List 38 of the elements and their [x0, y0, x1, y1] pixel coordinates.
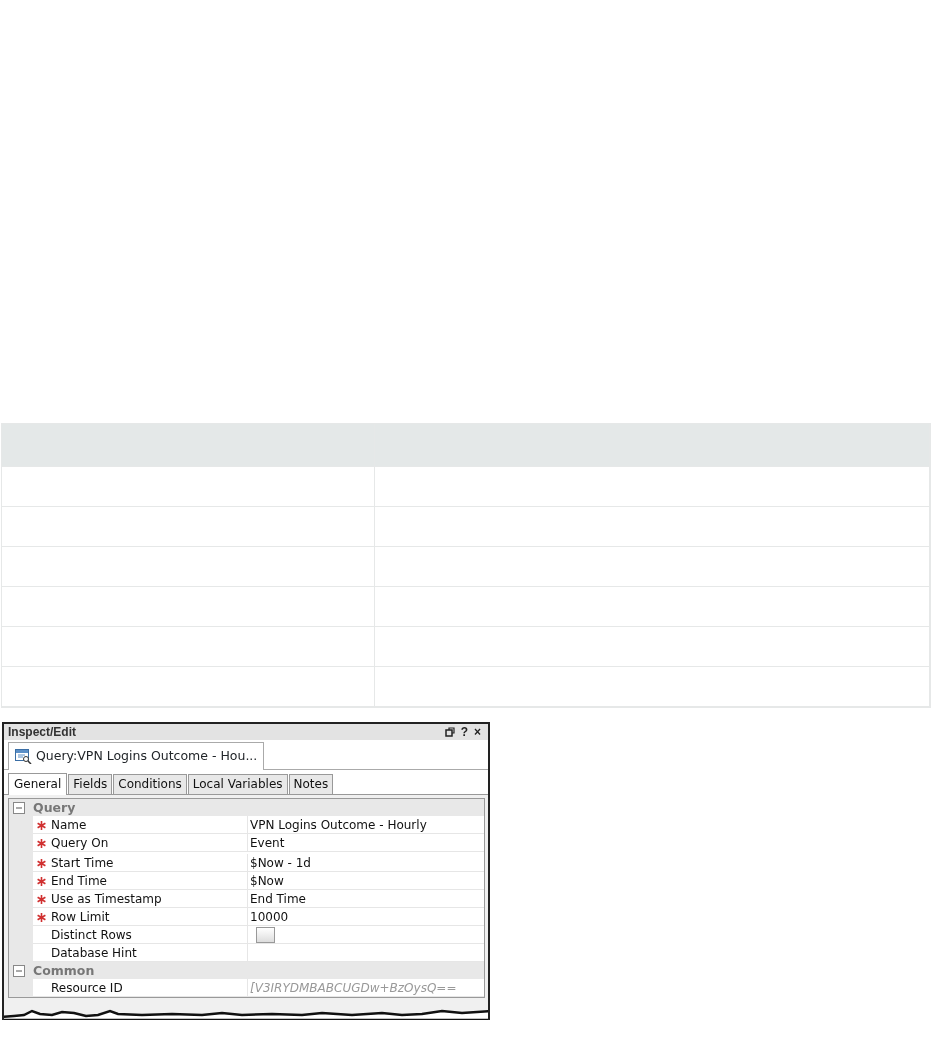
collapse-toggle-icon[interactable] [13, 964, 25, 977]
checkbox[interactable] [256, 927, 275, 943]
tab[interactable]: General [8, 773, 68, 795]
property-row[interactable]: Resource ID [V3IRYDMBABCUGDw+BzOysQ== [33, 979, 484, 997]
property-label: Query On [51, 835, 109, 852]
group-title: Common [33, 963, 95, 978]
property-row[interactable]: Row Limit 10000 [33, 908, 484, 926]
property-value[interactable]: VPN Logins Outcome - Hourly [250, 816, 427, 834]
property-row[interactable]: Query On Event [33, 834, 484, 852]
property-value[interactable]: $Now [250, 872, 284, 890]
tab[interactable]: Conditions [113, 774, 187, 794]
property-value[interactable]: End Time [250, 890, 306, 908]
property-value[interactable]: $Now - 1d [250, 854, 311, 872]
property-label: Row Limit [51, 909, 110, 926]
document-tab[interactable]: Query:VPN Logins Outcome - Hou... [8, 742, 265, 770]
property-label: Distinct Rows [51, 927, 132, 944]
property-value[interactable]: Event [250, 834, 285, 852]
property-row[interactable]: End Time $Now [33, 872, 484, 890]
property-label: Resource ID [51, 980, 123, 997]
property-label: Start Time [51, 855, 114, 872]
property-label: Database Hint [51, 945, 137, 962]
property-row[interactable]: Name VPN Logins Outcome - Hourly [33, 816, 484, 834]
property-label: Use as Timestamp [51, 891, 162, 908]
tab[interactable]: Local Variables [187, 774, 288, 794]
tab[interactable]: Notes [288, 774, 334, 794]
panel-title: Inspect/Edit [8, 725, 76, 739]
tab[interactable]: Fields [68, 774, 113, 794]
panel-control-button[interactable]: ? [457, 725, 471, 739]
query-icon [15, 749, 32, 764]
group-title: Query [33, 800, 76, 815]
property-value[interactable]: 10000 [250, 908, 289, 926]
property-row[interactable]: Start Time $Now - 1d [33, 854, 484, 872]
property-label: End Time [51, 873, 107, 890]
property-row[interactable]: Use as Timestamp End Time [33, 890, 484, 908]
property-label: Name [51, 817, 87, 834]
property-row[interactable]: Distinct Rows [33, 926, 484, 944]
panel-control-button[interactable]: × [471, 725, 484, 739]
collapse-toggle-icon[interactable] [13, 801, 25, 814]
